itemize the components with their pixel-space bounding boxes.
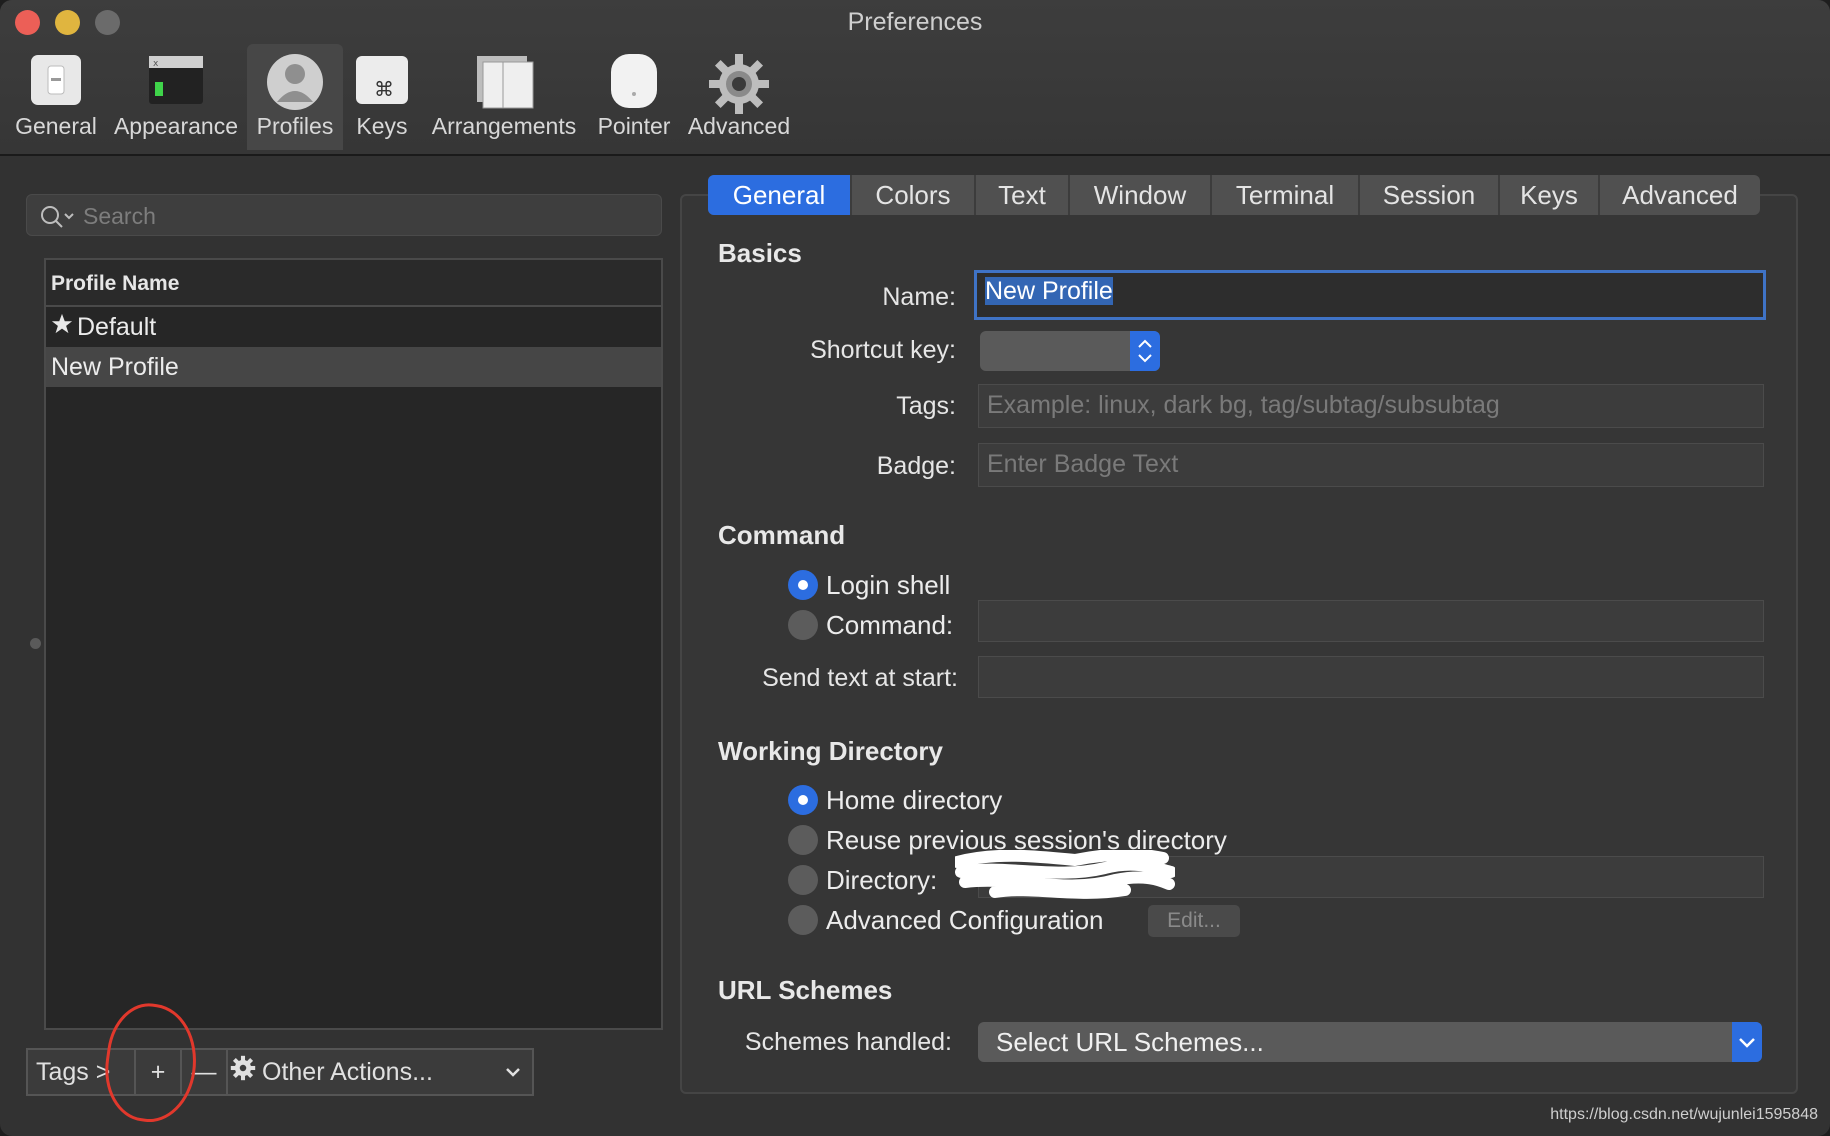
- command-radio[interactable]: [788, 610, 818, 640]
- profile-row-label: New Profile: [51, 353, 179, 381]
- chevron-down-icon: [504, 1050, 522, 1108]
- profile-row-default[interactable]: Default: [46, 307, 661, 347]
- reuse-directory-radio[interactable]: [788, 825, 818, 855]
- tab-general[interactable]: General: [708, 175, 852, 215]
- url-schemes-select[interactable]: Select URL Schemes...: [978, 1022, 1762, 1062]
- command-key-icon: ⌘: [353, 52, 411, 114]
- up-down-arrows-icon: [1130, 331, 1160, 371]
- watermark: https://blog.csdn.net/wujunlei1595848: [1550, 1106, 1818, 1123]
- advanced-configuration-radio[interactable]: [788, 905, 818, 935]
- send-text-label: Send text at start:: [762, 664, 958, 692]
- directory-label[interactable]: Directory:: [826, 865, 937, 896]
- shortcut-key-label: Shortcut key:: [810, 336, 956, 364]
- profile-actions-bar: Tags > + — Other Actions...: [26, 1048, 534, 1096]
- gear-icon: [230, 1051, 256, 1095]
- appearance-terminal-icon: x: [147, 52, 205, 114]
- badge-placeholder: Enter Badge Text: [987, 450, 1179, 478]
- toolbar-pointer[interactable]: Pointer: [590, 44, 678, 150]
- toolbar-arrangements[interactable]: Arrangements: [428, 44, 580, 150]
- tags-toggle[interactable]: Tags >: [36, 1050, 112, 1094]
- badge-label: Badge:: [876, 452, 956, 480]
- url-schemes-value: Select URL Schemes...: [996, 1027, 1264, 1057]
- login-shell-radio[interactable]: [788, 570, 818, 600]
- svg-text:⌘: ⌘: [374, 77, 394, 101]
- search-placeholder: Search: [83, 203, 156, 229]
- redaction-scribble: [955, 850, 1175, 899]
- command-field[interactable]: [978, 600, 1764, 642]
- other-actions-menu[interactable]: Other Actions...: [230, 1050, 530, 1094]
- tab-terminal[interactable]: Terminal: [1212, 175, 1360, 215]
- schemes-handled-label: Schemes handled:: [744, 1028, 952, 1056]
- login-shell-label[interactable]: Login shell: [826, 570, 950, 601]
- edit-button[interactable]: Edit...: [1148, 905, 1240, 937]
- profile-settings-panel: [680, 194, 1798, 1094]
- profile-row-label: Default: [77, 313, 157, 341]
- tab-text[interactable]: Text: [976, 175, 1070, 215]
- directory-radio[interactable]: [788, 865, 818, 895]
- svg-text:x: x: [153, 59, 159, 69]
- url-schemes-heading: URL Schemes: [718, 975, 893, 1005]
- tab-window[interactable]: Window: [1070, 175, 1212, 215]
- general-switch-icon: [28, 52, 84, 114]
- command-label[interactable]: Command:: [826, 610, 953, 641]
- tab-colors[interactable]: Colors: [852, 175, 976, 215]
- tab-session[interactable]: Session: [1360, 175, 1500, 215]
- profile-name-field[interactable]: New Profile: [974, 270, 1766, 320]
- profile-name-value: New Profile: [985, 277, 1113, 305]
- gear-icon: [707, 52, 771, 122]
- chevron-down-icon: [1732, 1022, 1762, 1062]
- toolbar: Preferences General x Appearance Profile…: [0, 0, 1830, 156]
- advanced-configuration-label[interactable]: Advanced Configuration: [826, 905, 1104, 936]
- name-label: Name:: [882, 283, 956, 311]
- tags-label: Tags:: [896, 392, 956, 420]
- working-directory-heading: Working Directory: [718, 736, 943, 766]
- tab-advanced[interactable]: Advanced: [1600, 175, 1760, 215]
- profile-list: Profile Name Default New Profile: [44, 258, 663, 1030]
- profile-name-column-header[interactable]: Profile Name: [46, 260, 661, 307]
- profile-search-field[interactable]: Search: [26, 194, 662, 236]
- home-directory-label[interactable]: Home directory: [826, 785, 1002, 816]
- separator: [226, 1050, 228, 1094]
- profile-row-new-profile[interactable]: New Profile: [46, 347, 661, 387]
- other-actions-label: Other Actions...: [262, 1058, 433, 1086]
- badge-field[interactable]: Enter Badge Text: [978, 443, 1764, 487]
- send-text-field[interactable]: [978, 656, 1764, 698]
- mouse-pointer-icon: [605, 52, 663, 116]
- command-heading: Command: [718, 520, 846, 550]
- home-directory-radio[interactable]: [788, 785, 818, 815]
- toolbar-general[interactable]: General: [10, 44, 102, 150]
- split-view-handle[interactable]: [30, 638, 41, 649]
- preferences-window: Preferences General x Appearance Profile…: [0, 0, 1830, 1136]
- toolbar-appearance[interactable]: x Appearance: [106, 44, 246, 150]
- window-title: Preferences: [847, 8, 983, 36]
- search-icon: [39, 204, 75, 235]
- star-icon: [51, 307, 73, 347]
- tags-placeholder: Example: linux, dark bg, tag/subtag/subs…: [987, 391, 1500, 419]
- basics-heading: Basics: [718, 238, 802, 268]
- toolbar-keys[interactable]: ⌘ Keys: [346, 44, 418, 150]
- tab-keys[interactable]: Keys: [1500, 175, 1600, 215]
- profile-person-icon: [265, 52, 325, 118]
- profile-tabs: General Colors Text Window Terminal Sess…: [708, 175, 1760, 215]
- tags-field[interactable]: Example: linux, dark bg, tag/subtag/subs…: [978, 384, 1764, 428]
- toolbar-advanced[interactable]: Advanced: [686, 44, 792, 150]
- arrangements-windows-icon: [473, 52, 535, 116]
- shortcut-key-popup[interactable]: [980, 331, 1160, 371]
- toolbar-profiles[interactable]: Profiles: [247, 44, 343, 150]
